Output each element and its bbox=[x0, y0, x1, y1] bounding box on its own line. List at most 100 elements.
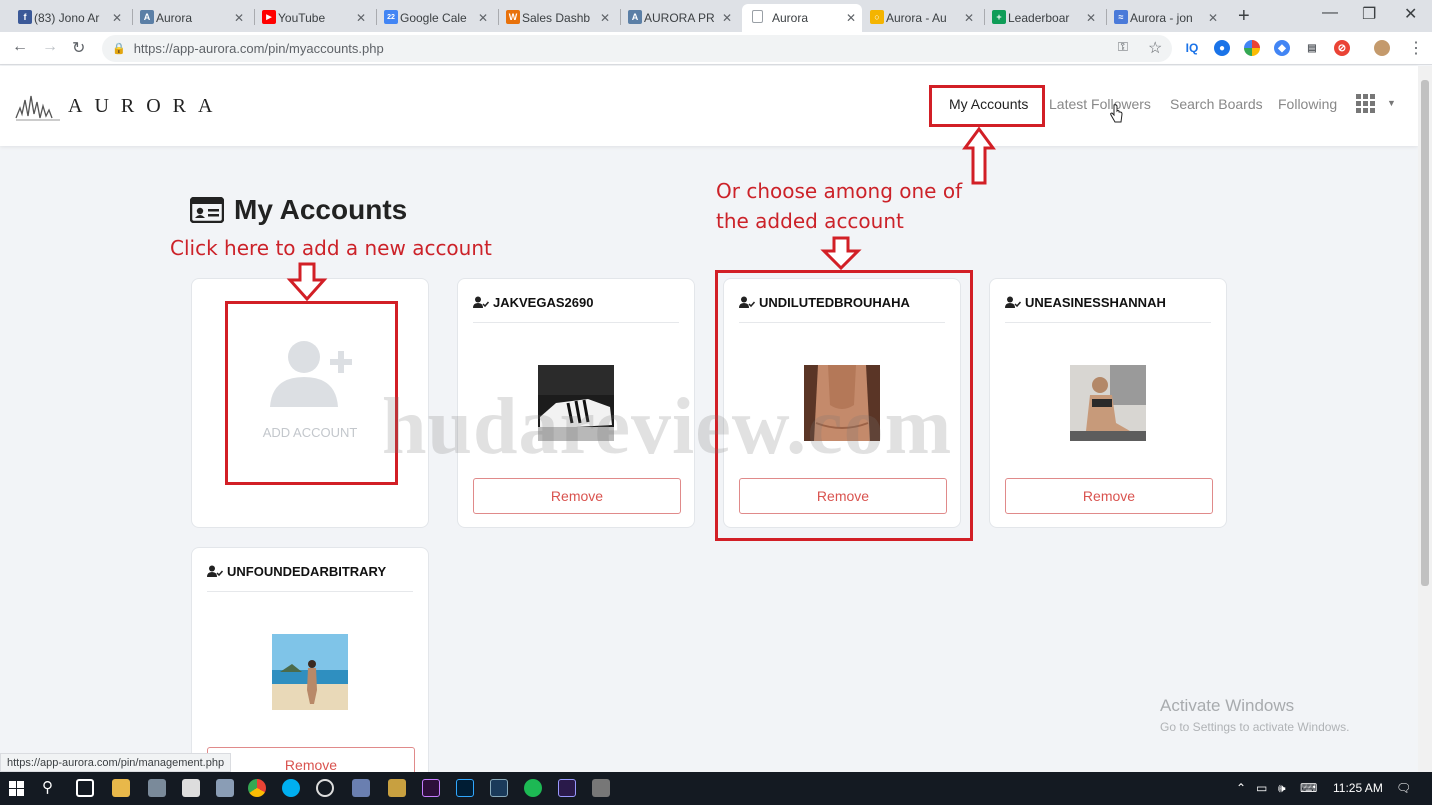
tab-label: Sales Dashb bbox=[522, 11, 591, 25]
account-card[interactable]: UNEASINESSHANNAH Remove bbox=[989, 278, 1227, 528]
network-icon[interactable]: ▭ bbox=[1256, 781, 1267, 795]
remove-button[interactable]: Remove bbox=[473, 478, 681, 514]
search-icon[interactable]: ⚲ bbox=[42, 778, 53, 796]
key-icon[interactable]: ⚿ bbox=[1118, 39, 1128, 55]
calculator-icon[interactable] bbox=[182, 779, 200, 797]
close-tab-icon[interactable]: ✕ bbox=[478, 11, 488, 25]
annotation-highlight-box bbox=[225, 301, 398, 485]
volume-icon[interactable]: 🕪 bbox=[1278, 781, 1286, 796]
tab-label: Google Cale bbox=[400, 11, 467, 25]
color-extension-icon[interactable] bbox=[1244, 40, 1260, 56]
apps-grid-icon[interactable] bbox=[1356, 94, 1375, 113]
browser-tab[interactable]: + Leaderboar ✕ bbox=[990, 4, 1102, 32]
app-icon[interactable] bbox=[316, 779, 334, 797]
keyboard-icon[interactable]: ⌨ bbox=[1300, 781, 1317, 795]
browser-tab[interactable]: ○ Aurora - Au ✕ bbox=[868, 4, 980, 32]
close-window-icon[interactable]: ✕ bbox=[1404, 4, 1417, 24]
aurora-logo[interactable]: AURORA bbox=[14, 90, 224, 122]
app-icon[interactable] bbox=[216, 779, 234, 797]
account-card[interactable]: UNFOUNDEDARBITRARY Remove bbox=[191, 547, 429, 787]
chrome-menu-icon[interactable]: ⋮ bbox=[1408, 38, 1424, 58]
back-arrow-icon[interactable]: ← bbox=[12, 38, 28, 56]
skype-icon[interactable] bbox=[282, 779, 300, 797]
profile-avatar[interactable] bbox=[1374, 40, 1390, 56]
caret-down-icon[interactable]: ▼ bbox=[1387, 98, 1396, 108]
youtube-icon: ▶ bbox=[262, 10, 276, 24]
browser-tab[interactable]: ≈ Aurora - jon ✕ bbox=[1112, 4, 1224, 32]
lock-icon: 🔒 bbox=[112, 43, 126, 55]
file-explorer-icon[interactable] bbox=[112, 779, 130, 797]
down-arrow-icon bbox=[286, 262, 328, 302]
address-bar[interactable]: 🔒 https://app-aurora.com/pin/myaccounts.… bbox=[102, 35, 1172, 62]
new-tab-button[interactable]: + bbox=[1238, 5, 1250, 28]
chevron-up-icon[interactable]: ⌃ bbox=[1236, 781, 1246, 795]
close-tab-icon[interactable]: ✕ bbox=[112, 11, 122, 25]
maximize-icon[interactable]: ❐ bbox=[1362, 4, 1376, 24]
id-card-icon bbox=[190, 197, 224, 223]
extension-icon[interactable]: ▤ bbox=[1304, 40, 1320, 56]
close-tab-icon[interactable]: ✕ bbox=[846, 11, 856, 25]
aurora-favicon-icon: A bbox=[628, 10, 642, 24]
app-icon[interactable] bbox=[148, 779, 166, 797]
premiere-icon[interactable] bbox=[422, 779, 440, 797]
windows-start-icon[interactable] bbox=[9, 781, 24, 796]
minimize-icon[interactable]: — bbox=[1322, 4, 1338, 22]
photoshop-icon[interactable] bbox=[456, 779, 474, 797]
account-username: JAKVEGAS2690 bbox=[493, 295, 594, 310]
browser-tab[interactable]: A Aurora ✕ bbox=[138, 4, 250, 32]
app-icon[interactable] bbox=[592, 779, 610, 797]
bookmark-star-icon[interactable]: ☆ bbox=[1148, 38, 1162, 58]
browser-tab[interactable]: 22 Google Cale ✕ bbox=[382, 4, 494, 32]
browser-tab[interactable]: f (83) Jono Ar ✕ bbox=[16, 4, 128, 32]
extension-icon[interactable]: ● bbox=[1214, 40, 1230, 56]
page-icon bbox=[752, 10, 763, 23]
account-card-header: UNFOUNDEDARBITRARY bbox=[207, 564, 413, 592]
after-effects-icon[interactable] bbox=[558, 779, 576, 797]
down-arrow-icon bbox=[820, 236, 862, 270]
iq-extension-icon[interactable]: IQ bbox=[1184, 40, 1200, 56]
close-tab-icon[interactable]: ✕ bbox=[1208, 11, 1218, 25]
scrollbar-thumb[interactable] bbox=[1421, 80, 1429, 586]
aurora-logo-icon bbox=[15, 95, 60, 121]
sales-dashboard-icon: W bbox=[506, 10, 520, 24]
block-extension-icon[interactable]: ⊘ bbox=[1334, 40, 1350, 56]
browser-tab[interactable]: ▶ YouTube ✕ bbox=[260, 4, 372, 32]
browser-tab[interactable]: A AURORA PR ✕ bbox=[626, 4, 738, 32]
nav-search-boards[interactable]: Search Boards bbox=[1170, 96, 1263, 112]
user-check-icon bbox=[473, 296, 489, 308]
browser-tab[interactable]: W Sales Dashb ✕ bbox=[504, 4, 616, 32]
close-tab-icon[interactable]: ✕ bbox=[600, 11, 610, 25]
notifications-icon[interactable]: 🗨 bbox=[1396, 781, 1411, 795]
close-tab-icon[interactable]: ✕ bbox=[356, 11, 366, 25]
aurora-favicon-icon: A bbox=[140, 10, 154, 24]
nav-latest-followers[interactable]: Latest Followers bbox=[1049, 96, 1151, 112]
account-avatar bbox=[272, 634, 348, 710]
chrome-icon[interactable] bbox=[248, 779, 266, 797]
google-sheets-icon: + bbox=[992, 10, 1006, 24]
remove-button[interactable]: Remove bbox=[1005, 478, 1213, 514]
browser-tab-active[interactable]: Aurora ✕ bbox=[742, 4, 862, 32]
account-username: UNEASINESSHANNAH bbox=[1025, 295, 1166, 310]
scrollbar[interactable] bbox=[1418, 66, 1432, 772]
account-avatar bbox=[1070, 365, 1146, 441]
extension-icon[interactable]: ◆ bbox=[1274, 40, 1290, 56]
reload-icon[interactable]: ↻ bbox=[72, 38, 85, 58]
app-icon[interactable] bbox=[352, 779, 370, 797]
app-icon[interactable] bbox=[490, 779, 508, 797]
close-tab-icon[interactable]: ✕ bbox=[234, 11, 244, 25]
close-tab-icon[interactable]: ✕ bbox=[722, 11, 732, 25]
app-icon[interactable] bbox=[388, 779, 406, 797]
close-tab-icon[interactable]: ✕ bbox=[964, 11, 974, 25]
clock-time[interactable]: 11:25 AM bbox=[1333, 781, 1383, 795]
annotation-add-hint: Click here to add a new account bbox=[170, 236, 492, 260]
up-arrow-icon bbox=[962, 126, 996, 185]
task-view-icon[interactable] bbox=[76, 779, 94, 797]
hand-cursor-icon bbox=[1110, 104, 1123, 123]
forward-arrow-icon[interactable]: → bbox=[42, 38, 58, 56]
nav-following[interactable]: Following bbox=[1278, 96, 1337, 112]
google-calendar-icon: 22 bbox=[384, 10, 398, 24]
close-tab-icon[interactable]: ✕ bbox=[1086, 11, 1096, 25]
spotify-icon[interactable] bbox=[524, 779, 542, 797]
annotation-choose-line1: Or choose among one of bbox=[716, 179, 963, 203]
tab-label: YouTube bbox=[278, 11, 326, 25]
